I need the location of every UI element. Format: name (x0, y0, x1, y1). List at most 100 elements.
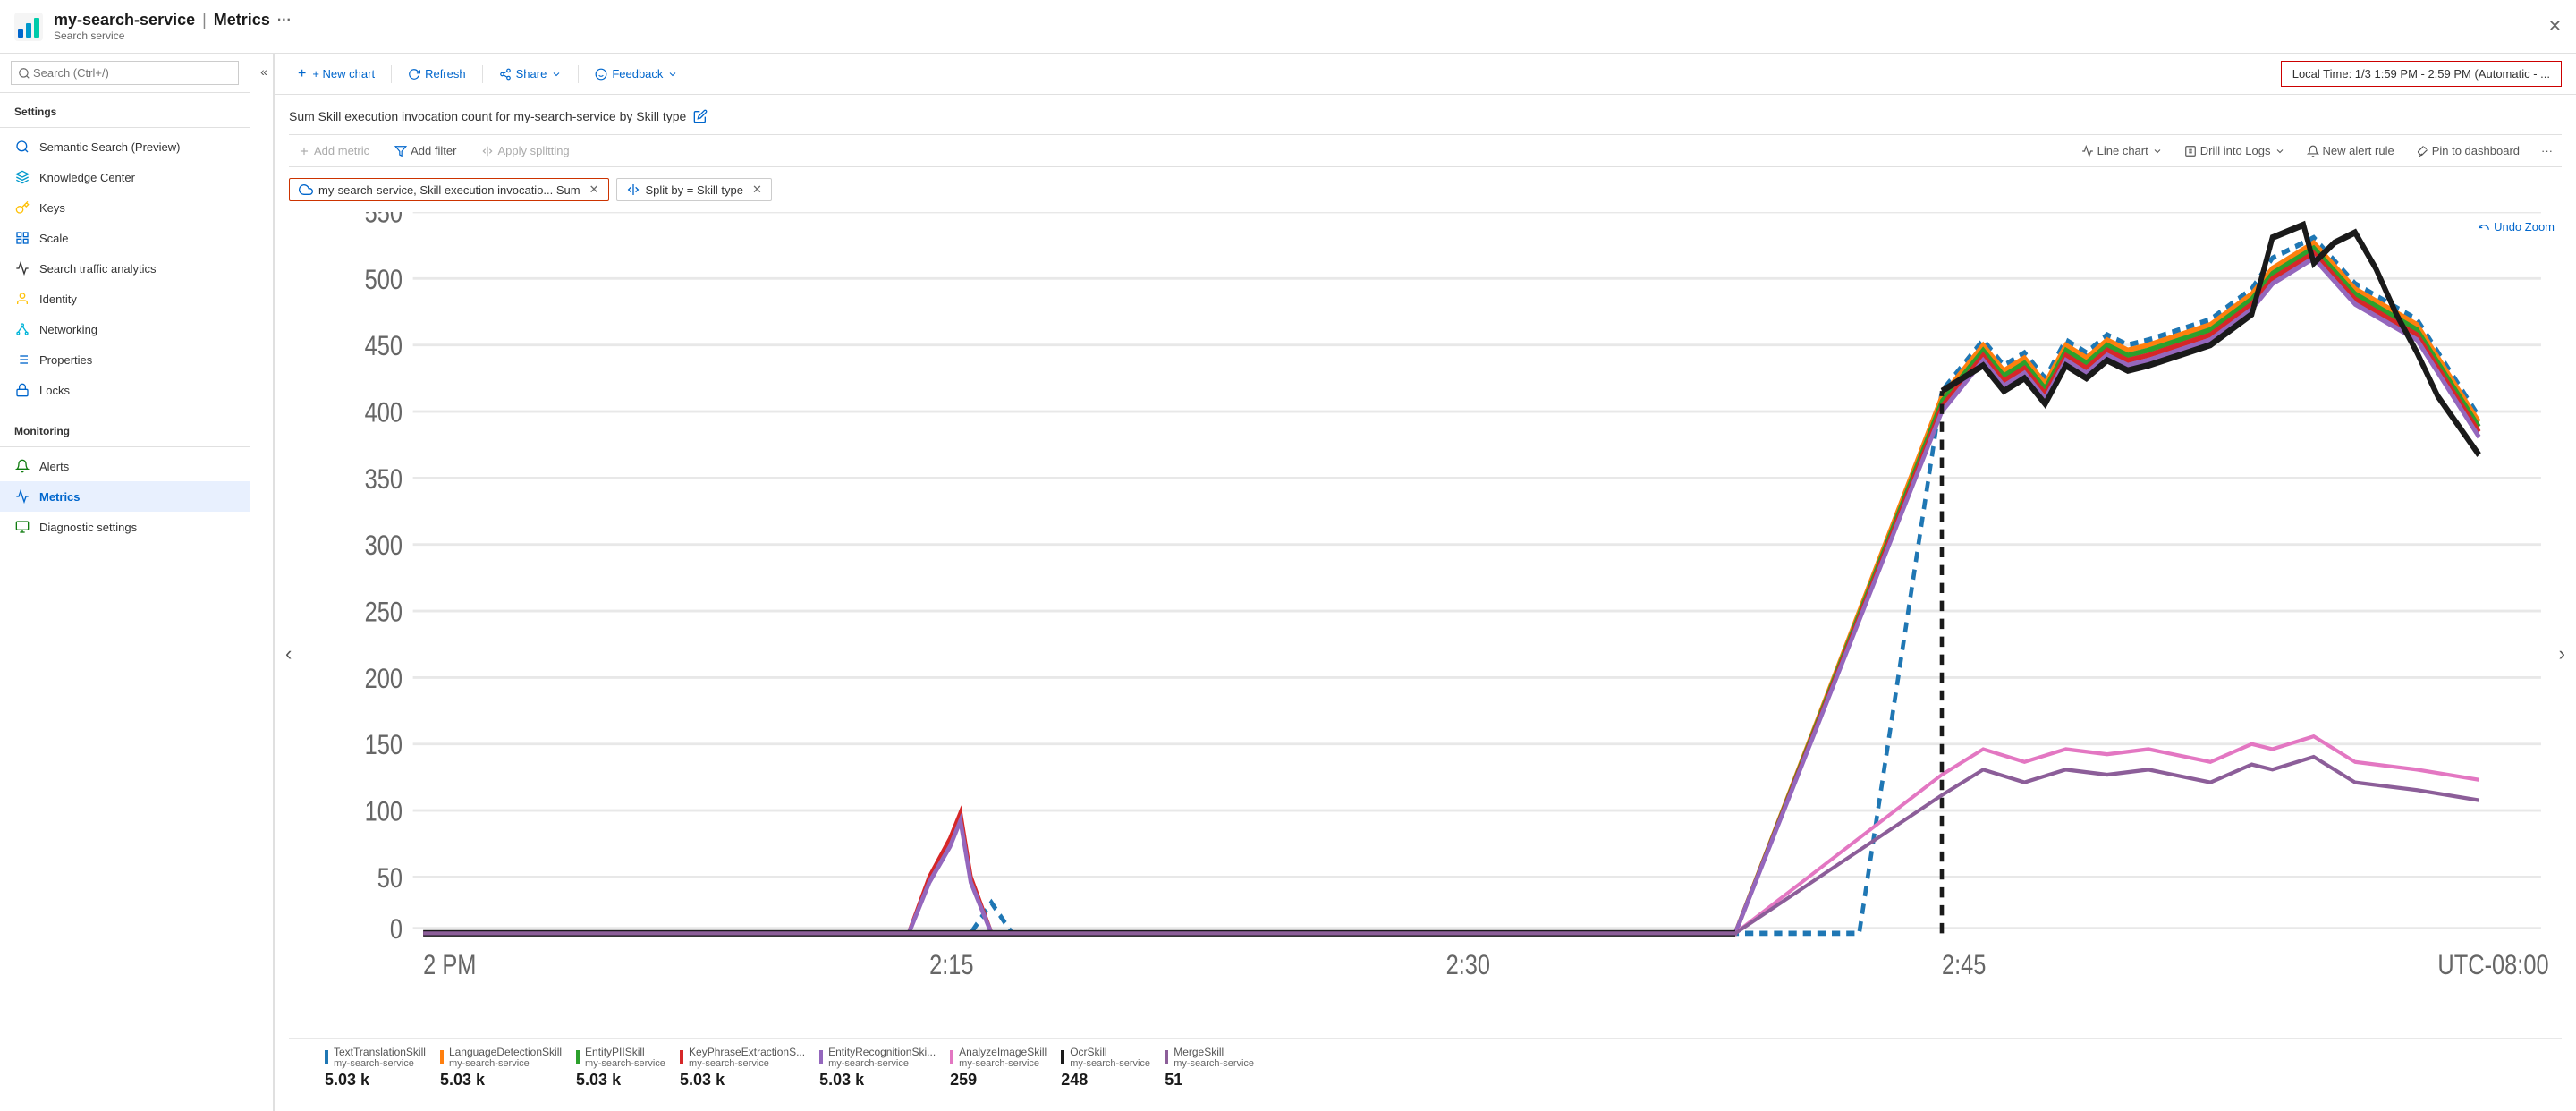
sidebar-item-knowledge-center[interactable]: Knowledge Center (0, 162, 250, 192)
sidebar-item-label: Semantic Search (Preview) (39, 140, 181, 154)
add-metric-button[interactable]: Add metric (289, 140, 378, 161)
new-chart-button[interactable]: + + New chart (289, 62, 384, 87)
cloud-icon (299, 182, 313, 197)
legend-value: 51 (1165, 1071, 1182, 1090)
pin-icon (2416, 145, 2428, 157)
search-icon (18, 67, 30, 80)
monitoring-divider (0, 446, 250, 447)
svg-text:200: 200 (365, 663, 402, 694)
sidebar-item-diagnostic[interactable]: Diagnostic settings (0, 512, 250, 542)
sidebar-item-label: Diagnostic settings (39, 521, 137, 534)
header-title-group: my-search-service | Metrics ··· Search s… (54, 11, 292, 42)
settings-section-label: Settings (0, 93, 250, 123)
sidebar-item-locks[interactable]: Locks (0, 375, 250, 405)
drill-chevron-icon (2275, 146, 2285, 157)
sidebar-collapse-button[interactable]: « (250, 61, 277, 82)
close-button[interactable]: ✕ (2548, 17, 2562, 36)
time-range-button[interactable]: Local Time: 1/3 1:59 PM - 2:59 PM (Autom… (2281, 61, 2562, 87)
new-alert-rule-label: New alert rule (2323, 144, 2394, 157)
chart-more-button[interactable]: ··· (2532, 140, 2562, 161)
svg-text:50: 50 (377, 862, 402, 894)
chart-more-icon: ··· (2541, 144, 2553, 157)
sidebar-item-identity[interactable]: Identity (0, 284, 250, 314)
chart-nav-right-button[interactable]: › (2559, 642, 2565, 666)
svg-text:UTC-08:00: UTC-08:00 (2437, 950, 2548, 981)
legend-value: 5.03 k (325, 1071, 369, 1090)
sidebar-item-properties[interactable]: Properties (0, 344, 250, 375)
sidebar-item-label: Metrics (39, 490, 80, 504)
legend-bar (1061, 1050, 1064, 1064)
identity-icon (14, 291, 30, 307)
legend-bar (950, 1050, 953, 1064)
split-pill-icon (626, 182, 640, 197)
svg-text:150: 150 (365, 730, 402, 761)
legend-value: 5.03 k (440, 1071, 485, 1090)
share-button[interactable]: Share (490, 63, 572, 85)
chart-legend: TextTranslationSkill my-search-service 5… (289, 1038, 2562, 1097)
sidebar-item-alerts[interactable]: Alerts (0, 451, 250, 481)
legend-value: 259 (950, 1071, 977, 1090)
legend-bar (1165, 1050, 1168, 1064)
svg-text:2:15: 2:15 (929, 950, 973, 981)
legend-item-entity-pii: EntityPIISkill my-search-service 5.03 k (576, 1046, 665, 1090)
alert-rule-icon (2307, 145, 2319, 157)
chart-area: Sum Skill execution invocation count for… (275, 95, 2576, 1111)
chart-toolbar-right: Line chart Drill into Logs New alert rul… (2072, 140, 2562, 161)
new-alert-rule-button[interactable]: New alert rule (2298, 140, 2403, 161)
chart-nav-left-button[interactable]: ‹ (285, 642, 292, 666)
sidebar-item-semantic-search[interactable]: Semantic Search (Preview) (0, 131, 250, 162)
time-range-label: Local Time: 1/3 1:59 PM - 2:59 PM (Autom… (2292, 67, 2550, 81)
legend-bar (680, 1050, 683, 1064)
split-pill-close-button[interactable]: ✕ (752, 182, 762, 197)
network-icon (14, 321, 30, 337)
add-filter-label: Add filter (411, 144, 456, 157)
header-more-btn[interactable]: ··· (277, 13, 292, 29)
sidebar-item-scale[interactable]: Scale (0, 223, 250, 253)
sidebar-item-metrics[interactable]: Metrics (0, 481, 250, 512)
pin-to-dashboard-button[interactable]: Pin to dashboard (2407, 140, 2529, 161)
chart-svg: 550 500 450 400 350 300 250 200 150 100 … (289, 212, 2562, 1030)
sidebar-item-label: Search traffic analytics (39, 262, 157, 276)
drill-logs-label: Drill into Logs (2200, 144, 2271, 157)
scale-icon (14, 230, 30, 246)
sidebar-item-keys[interactable]: Keys (0, 192, 250, 223)
metric-pill-close-button[interactable]: ✕ (589, 182, 599, 197)
split-icon (481, 145, 494, 157)
plus-icon: + (298, 66, 306, 82)
filter-icon (394, 145, 407, 157)
line-chart-button[interactable]: Line chart (2072, 140, 2172, 161)
search-input[interactable] (11, 61, 239, 85)
legend-label: KeyPhraseExtractionS... (689, 1046, 805, 1058)
refresh-button[interactable]: Refresh (399, 63, 475, 85)
search-circle-icon (14, 139, 30, 155)
sidebar-item-label: Keys (39, 201, 65, 215)
line-chart-label: Line chart (2097, 144, 2148, 157)
feedback-button[interactable]: Feedback (586, 63, 687, 85)
drill-into-logs-button[interactable]: Drill into Logs (2175, 140, 2294, 161)
main-content: + + New chart Refresh Share Feedbac (275, 54, 2576, 1111)
svg-text:500: 500 (365, 264, 402, 295)
add-filter-button[interactable]: Add filter (386, 140, 465, 161)
sidebar-item-label: Alerts (39, 460, 69, 473)
svg-text:2:30: 2:30 (1446, 950, 1490, 981)
legend-sub: my-search-service (959, 1058, 1046, 1069)
share-icon (499, 68, 512, 81)
chart-title-row: Sum Skill execution invocation count for… (289, 109, 2562, 123)
legend-item-merge: MergeSkill my-search-service 51 (1165, 1046, 1254, 1090)
lock-icon (14, 382, 30, 398)
legend-value: 5.03 k (819, 1071, 864, 1090)
sidebar-item-label: Properties (39, 353, 92, 367)
sidebar-item-search-traffic[interactable]: Search traffic analytics (0, 253, 250, 284)
page-title: Metrics (214, 11, 270, 30)
apply-splitting-button[interactable]: Apply splitting (472, 140, 578, 161)
edit-icon[interactable] (693, 109, 708, 123)
chart-wrapper: 550 500 450 400 350 300 250 200 150 100 … (289, 212, 2562, 1030)
legend-item-text-translation: TextTranslationSkill my-search-service 5… (325, 1046, 426, 1090)
metrics-icon (14, 488, 30, 505)
legend-item-analyze-image: AnalyzeImageSkill my-search-service 259 (950, 1046, 1046, 1090)
feedback-label: Feedback (612, 67, 663, 81)
svg-text:550: 550 (365, 212, 402, 229)
sidebar-item-networking[interactable]: Networking (0, 314, 250, 344)
legend-item-key-phrase: KeyPhraseExtractionS... my-search-servic… (680, 1046, 805, 1090)
legend-sub: my-search-service (585, 1058, 665, 1069)
